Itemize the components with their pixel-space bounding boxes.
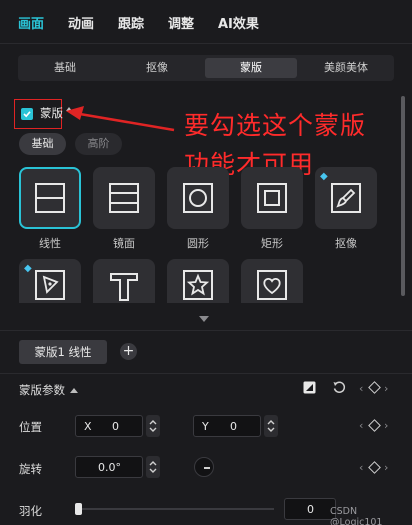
circle-mask-icon: [183, 183, 213, 213]
add-mask-button[interactable]: +: [120, 343, 137, 360]
next-keyframe-icon[interactable]: ›: [384, 461, 388, 474]
linear-mask-icon: [35, 183, 65, 213]
position-label: 位置: [19, 420, 42, 434]
pen-mask-icon: [35, 270, 65, 300]
position-y-stepper[interactable]: [264, 415, 278, 437]
keyframe-icon[interactable]: [368, 381, 381, 394]
feather-slider-track[interactable]: [79, 508, 274, 510]
text-mask-icon: [110, 273, 138, 301]
stepper-arrows-icon: [149, 420, 157, 432]
feather-slider-thumb[interactable]: [75, 503, 82, 515]
shape-text[interactable]: [93, 259, 155, 303]
mask-params-title-text: 蒙版参数: [19, 383, 65, 397]
rotate-keyframe-icon[interactable]: [368, 461, 381, 474]
y-axis-label: Y: [202, 420, 209, 433]
prev-keyframe-icon[interactable]: ‹: [359, 419, 363, 432]
check-icon: [23, 111, 31, 118]
brush-mask-icon: [331, 183, 361, 213]
divider-2: [0, 373, 412, 374]
y-value: 0: [230, 420, 237, 433]
stepper-arrows-icon: [149, 461, 157, 473]
shape-linear[interactable]: [19, 167, 81, 229]
tab-picture[interactable]: 画面: [18, 13, 44, 32]
shape-rectangle[interactable]: [241, 167, 303, 229]
shape-star[interactable]: [167, 259, 229, 303]
tab-ai-effects[interactable]: AI效果: [218, 13, 259, 32]
pill-basic[interactable]: 基础: [19, 133, 66, 155]
mask-checkbox[interactable]: [21, 108, 33, 120]
shape-heart[interactable]: [241, 259, 303, 303]
reset-icon[interactable]: [332, 380, 346, 394]
next-keyframe-icon[interactable]: ›: [384, 382, 388, 395]
rotate-stepper[interactable]: [146, 456, 160, 478]
invert-mask-icon[interactable]: [303, 381, 316, 394]
tab-adjust[interactable]: 调整: [168, 13, 194, 32]
mask-layer-tag[interactable]: 蒙版1 线性: [19, 340, 107, 364]
dial-pointer-icon: [204, 467, 210, 469]
premium-diamond-icon-2: ◆: [24, 263, 32, 274]
star-mask-icon: [183, 270, 213, 300]
heart-mask-icon: [257, 270, 287, 300]
shape-label-linear: 线性: [39, 237, 61, 250]
divider: [0, 330, 412, 331]
stepper-arrows-icon: [267, 420, 275, 432]
mirror-mask-icon: [109, 183, 139, 213]
x-value: 0: [112, 420, 119, 433]
subtab-mask[interactable]: 蒙版: [205, 58, 297, 78]
x-axis-label: X: [84, 420, 92, 433]
mask-params-title[interactable]: 蒙版参数: [19, 382, 78, 398]
tab-animation[interactable]: 动画: [68, 13, 94, 32]
shape-label-mirror: 镜面: [113, 237, 135, 250]
shape-label-rectangle: 矩形: [261, 237, 283, 250]
rotate-input[interactable]: 0.0°: [75, 456, 143, 478]
shape-mirror[interactable]: [93, 167, 155, 229]
subtab-beauty[interactable]: 美颜美体: [301, 58, 391, 78]
tab-tracking[interactable]: 跟踪: [118, 13, 144, 32]
rotate-value: 0.0°: [98, 461, 121, 474]
rotate-dial[interactable]: [194, 457, 214, 477]
prev-keyframe-icon[interactable]: ‹: [359, 461, 363, 474]
premium-diamond-icon: ◆: [320, 171, 328, 182]
position-keyframe-icon[interactable]: [368, 419, 381, 432]
shape-label-circle: 圆形: [187, 237, 209, 250]
feather-value: 0: [307, 503, 314, 516]
position-x-stepper[interactable]: [146, 415, 160, 437]
watermark: CSDN @Logic101: [330, 506, 383, 525]
rectangle-mask-icon: [257, 183, 287, 213]
expand-down-icon[interactable]: [199, 316, 209, 322]
scrollbar[interactable]: [401, 96, 405, 296]
position-x-input[interactable]: X 0: [75, 415, 143, 437]
next-keyframe-icon[interactable]: ›: [384, 419, 388, 432]
feather-input[interactable]: 0: [284, 498, 336, 520]
collapse-icon: [70, 388, 78, 393]
shape-circle[interactable]: [167, 167, 229, 229]
annotation-arrow-icon: [66, 106, 175, 132]
pill-advanced[interactable]: 高阶: [75, 133, 122, 155]
sub-tab-bar: 基础 抠像 蒙版 美颜美体: [18, 55, 394, 81]
top-tab-bar: 画面 动画 跟踪 调整 AI效果: [0, 0, 412, 44]
annotation-line-1: 要勾选这个蒙版: [184, 111, 367, 140]
subtab-cutout[interactable]: 抠像: [113, 58, 201, 78]
position-y-input[interactable]: Y 0: [193, 415, 261, 437]
subtab-basic[interactable]: 基础: [21, 58, 109, 78]
rotate-label: 旋转: [19, 462, 42, 476]
feather-label: 羽化: [19, 504, 42, 518]
shape-label-brush: 抠像: [335, 237, 357, 250]
prev-keyframe-icon[interactable]: ‹: [359, 382, 363, 395]
